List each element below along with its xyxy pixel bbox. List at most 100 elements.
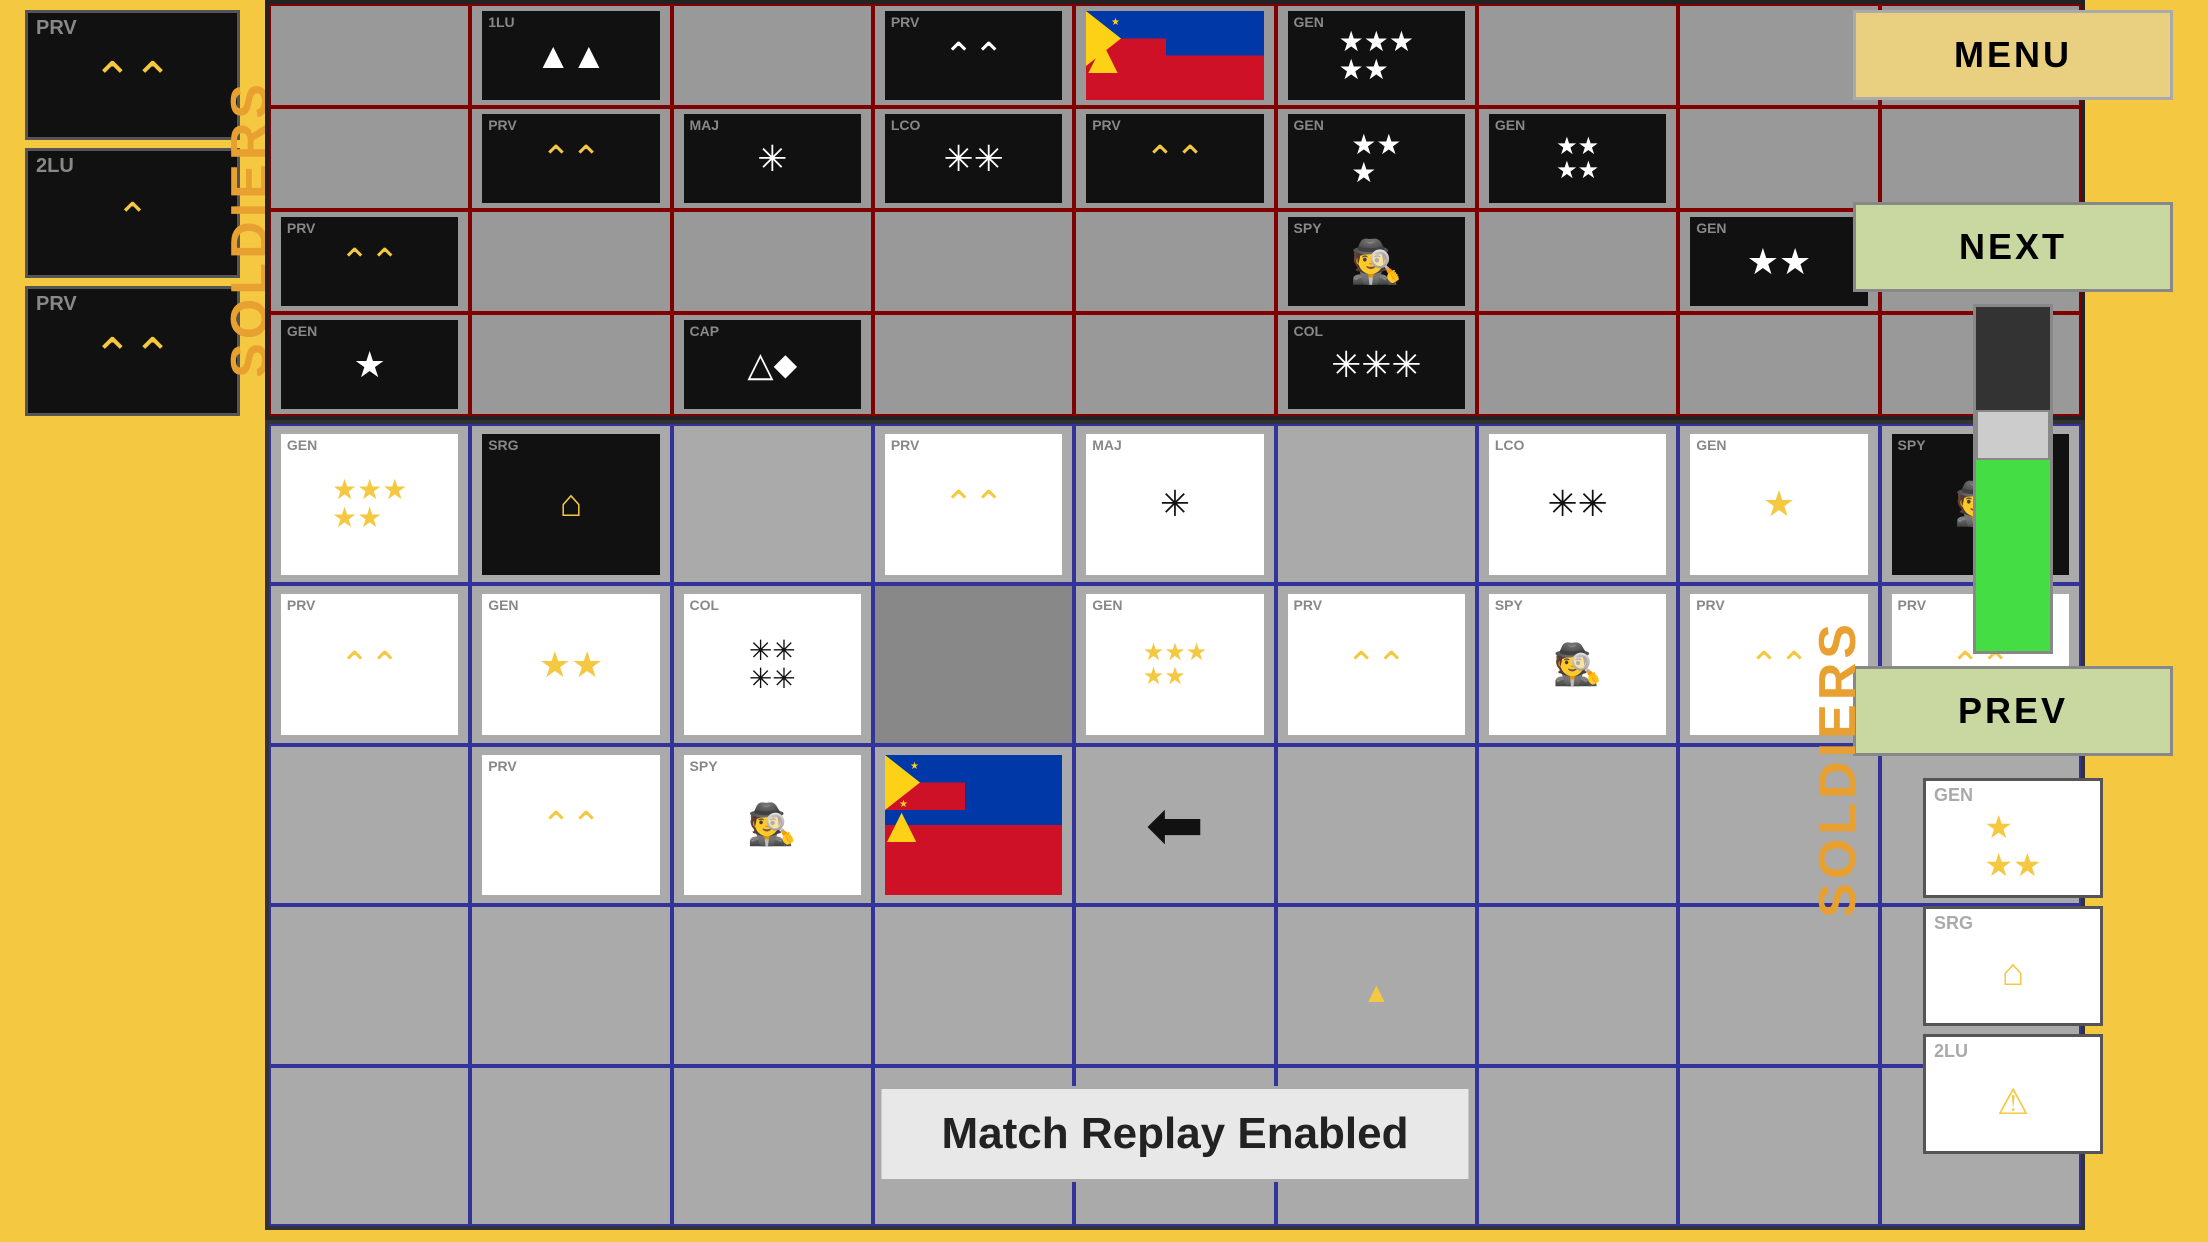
progress-bar[interactable] xyxy=(1973,304,2053,654)
bcell-2-2[interactable]: SPY 🕵 xyxy=(672,745,873,905)
bcell-1-5[interactable]: PRV ⌃⌃ xyxy=(1276,584,1477,744)
piece-prv-r2[interactable]: PRV ⌃⌃ xyxy=(482,114,660,203)
piece-rank: COL xyxy=(690,597,720,613)
bcell-0-0[interactable]: GEN ★★★★★ xyxy=(269,424,470,584)
bpiece-prv-b1[interactable]: PRV ⌃⌃ xyxy=(281,594,459,735)
bcell-1-1[interactable]: GEN ★★ xyxy=(470,584,671,744)
cell-0-4[interactable]: FLG ★ ★ ★ xyxy=(1074,4,1275,107)
piece-flg[interactable]: FLG ★ ★ ★ xyxy=(1086,11,1264,100)
bpiece-gen2-b1[interactable]: GEN ★★ xyxy=(482,594,660,735)
next-button[interactable]: NEXT xyxy=(1853,202,2173,292)
cell-3-5[interactable]: COL ✳✳✳ xyxy=(1276,313,1477,416)
bcell-0-4[interactable]: MAJ ✳ xyxy=(1074,424,1275,584)
progress-fill xyxy=(1976,445,2050,651)
piece-symbol: ★★★★★ xyxy=(1339,28,1414,84)
rank-label: 2LU xyxy=(1934,1041,1968,1062)
piece-symbol: ⌃⌃ xyxy=(339,647,399,683)
piece-symbol: ✳✳ xyxy=(943,141,1003,177)
piece-gen5stars[interactable]: GEN ★★★★★ xyxy=(1288,11,1466,100)
bcell-2-1[interactable]: PRV ⌃⌃ xyxy=(470,745,671,905)
bcell-4-0 xyxy=(269,1066,470,1226)
piece-symbol: ⌃⌃ xyxy=(541,807,601,843)
piece-rank: GEN xyxy=(287,437,317,453)
bcell-0-6[interactable]: LCO ✳✳ xyxy=(1477,424,1678,584)
piece-symbol: ★★★★★ xyxy=(1143,641,1208,689)
bcell-3-0 xyxy=(269,905,470,1065)
bcell-2-3[interactable]: FLG ★ ★ ★ xyxy=(873,745,1074,905)
piece-symbol: 🕵 xyxy=(747,805,797,845)
bcell-1-2[interactable]: COL ✳✳✳✳ xyxy=(672,584,873,744)
cell-2-0[interactable]: PRV ⌃⌃ xyxy=(269,210,470,313)
piece-gen4star[interactable]: GEN ★★★★ xyxy=(1489,114,1667,203)
piece-col[interactable]: COL ✳✳✳ xyxy=(1288,320,1466,409)
piece-rank: PRV xyxy=(287,220,316,236)
menu-button[interactable]: MENU xyxy=(1853,10,2173,100)
bcell-3-4 xyxy=(1074,905,1275,1065)
bcell-2-4[interactable]: ⬅ xyxy=(1074,745,1275,905)
rank-label: 2LU xyxy=(36,155,74,178)
bpiece-prv-b0[interactable]: PRV ⌃⌃ xyxy=(885,434,1063,575)
arrow-left-piece[interactable]: ⬅ xyxy=(1146,784,1205,866)
piece-symbol: ⌃⌃ xyxy=(943,486,1003,522)
piece-rank: PRV xyxy=(488,117,517,133)
right-bottom-cards: GEN ★★★ SRG ⌂ 2LU ⚠ xyxy=(1923,778,2103,1154)
bpiece-spy-b2[interactable]: SPY 🕵 xyxy=(684,755,862,896)
cell-3-3 xyxy=(873,313,1074,416)
bcell-1-4[interactable]: GEN ★★★★★ xyxy=(1074,584,1275,744)
svg-text:★: ★ xyxy=(1090,17,1099,28)
cell-0-1[interactable]: 1LU ▲▲ xyxy=(470,4,671,107)
bcell-1-6[interactable]: SPY 🕵 xyxy=(1477,584,1678,744)
cell-2-3 xyxy=(873,210,1074,313)
bpiece-prv-b2c1[interactable]: PRV ⌃⌃ xyxy=(482,755,660,896)
cell-1-1[interactable]: PRV ⌃⌃ xyxy=(470,107,671,210)
right-sidebar: MENU NEXT PREV GEN ★★★ SRG ⌂ 2LU ⚠ SOLDI… xyxy=(1818,0,2208,1242)
bcell-0-3[interactable]: PRV ⌃⌃ xyxy=(873,424,1074,584)
bpiece-lco-b0[interactable]: LCO ✳✳ xyxy=(1489,434,1667,575)
cell-0-5[interactable]: GEN ★★★★★ xyxy=(1276,4,1477,107)
bcell-4-2 xyxy=(672,1066,873,1226)
piece-cap[interactable]: CAP △⬥ xyxy=(684,320,862,409)
piece-rank: PRV xyxy=(488,758,517,774)
piece-gen1star[interactable]: GEN ★ xyxy=(281,320,459,409)
piece-maj[interactable]: MAJ ✳ xyxy=(684,114,862,203)
piece-prv-r3[interactable]: PRV ⌃⌃ xyxy=(281,217,459,306)
bcell-1-0[interactable]: PRV ⌃⌃ xyxy=(269,584,470,744)
prev-button[interactable]: PREV xyxy=(1853,666,2173,756)
rank-label: SRG xyxy=(1934,913,1973,934)
bpiece-prv-b1c5[interactable]: PRV ⌃⌃ xyxy=(1288,594,1466,735)
bpiece-maj-b0[interactable]: MAJ ✳ xyxy=(1086,434,1264,575)
bcell-2-0 xyxy=(269,745,470,905)
cell-0-3[interactable]: PRV ⌃⌃ xyxy=(873,4,1074,107)
piece-lco[interactable]: LCO ✳✳ xyxy=(885,114,1063,203)
cell-1-3[interactable]: LCO ✳✳ xyxy=(873,107,1074,210)
bcell-0-1[interactable]: SRG ⌂ xyxy=(470,424,671,584)
cell-3-2[interactable]: CAP △⬥ xyxy=(672,313,873,416)
piece-symbol: ⚠ xyxy=(1997,1081,2029,1123)
bpiece-spy-b1[interactable]: SPY 🕵 xyxy=(1489,594,1667,735)
piece-rank: GEN xyxy=(488,597,518,613)
piece-rank: PRV xyxy=(1092,117,1121,133)
cell-3-0[interactable]: GEN ★ xyxy=(269,313,470,416)
right-card-2lu: 2LU ⚠ xyxy=(1923,1034,2103,1154)
bpiece-col-b1[interactable]: COL ✳✳✳✳ xyxy=(684,594,862,735)
piece-prv[interactable]: PRV ⌃⌃ xyxy=(885,11,1063,100)
cell-1-6[interactable]: GEN ★★★★ xyxy=(1477,107,1678,210)
bpiece-gen5-b1[interactable]: GEN ★★★★★ xyxy=(1086,594,1264,735)
piece-spy-r3[interactable]: SPY 🕵 xyxy=(1288,217,1466,306)
piece-gen-r2[interactable]: GEN ★★★ xyxy=(1288,114,1466,203)
bpiece-flg-b2[interactable]: FLG ★ ★ ★ xyxy=(885,755,1063,896)
progress-handle[interactable] xyxy=(1976,410,2050,460)
piece-symbol: ★★★ xyxy=(1351,131,1401,187)
cell-1-2[interactable]: MAJ ✳ xyxy=(672,107,873,210)
rank-label: PRV xyxy=(36,17,77,40)
bcell-0-2 xyxy=(672,424,873,584)
piece-rank: PRV xyxy=(1294,597,1323,613)
cell-2-5[interactable]: SPY 🕵 xyxy=(1276,210,1477,313)
cell-1-5[interactable]: GEN ★★★ xyxy=(1276,107,1477,210)
piece-prv-r2c4[interactable]: PRV ⌃⌃ xyxy=(1086,114,1264,203)
bpiece-gen3star[interactable]: GEN ★★★★★ xyxy=(281,434,459,575)
bpiece-srg[interactable]: SRG ⌂ xyxy=(482,434,660,575)
piece-1lu[interactable]: 1LU ▲▲ xyxy=(482,11,660,100)
cell-1-4[interactable]: PRV ⌃⌃ xyxy=(1074,107,1275,210)
piece-rank: LCO xyxy=(1495,437,1525,453)
